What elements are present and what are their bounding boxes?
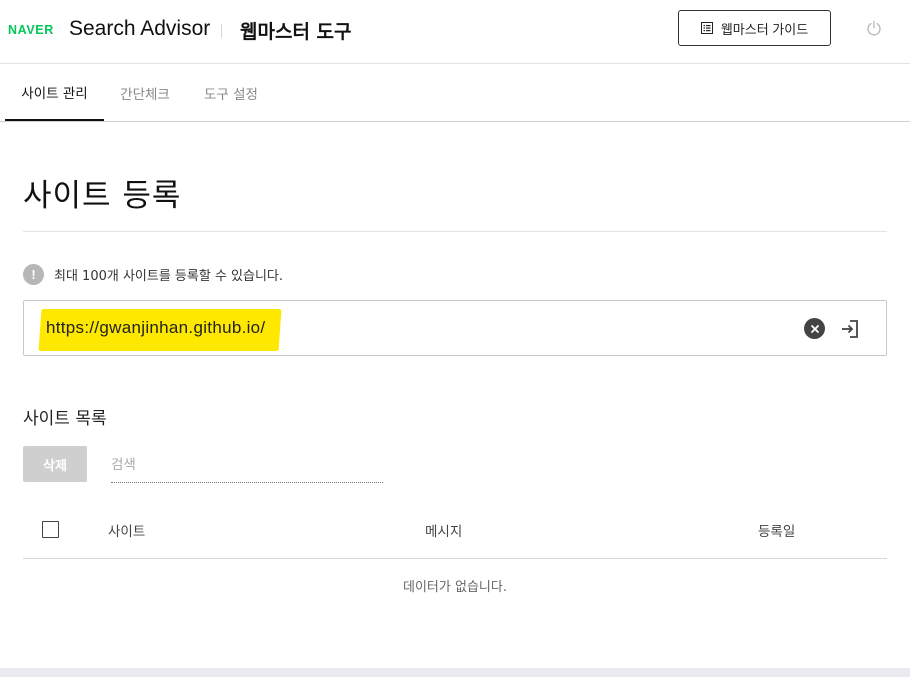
select-all-checkbox[interactable]: [42, 521, 59, 538]
page-title: 사이트 등록: [23, 178, 182, 214]
title-divider: [23, 231, 887, 232]
tab-tool-settings[interactable]: 도구 설정: [186, 64, 276, 121]
column-message[interactable]: 메시지: [425, 502, 462, 558]
limit-notice: ! 최대 100개 사이트를 등록할 수 있습니다.: [23, 264, 283, 285]
footer-bar: [0, 668, 910, 677]
app-name[interactable]: Search Advisor: [69, 17, 210, 41]
document-icon: [700, 22, 713, 34]
site-list-title: 사이트 목록: [23, 409, 107, 429]
table-header: 사이트 메시지 등록일: [23, 502, 887, 559]
delete-button[interactable]: 삭제: [23, 446, 87, 482]
site-url-input[interactable]: [46, 301, 646, 355]
guide-button-label: 웹마스터 가이드: [720, 21, 809, 37]
webmaster-guide-button[interactable]: 웹마스터 가이드: [678, 10, 831, 46]
top-header: NAVER Search Advisor 웹마스터 도구 웹마스터 가이드: [0, 0, 910, 64]
notice-text: 최대 100개 사이트를 등록할 수 있습니다.: [54, 269, 284, 284]
tab-simple-check[interactable]: 간단체크: [104, 64, 186, 121]
tab-site-management[interactable]: 사이트 관리: [5, 64, 104, 121]
search-input[interactable]: [111, 446, 383, 483]
site-url-box: [23, 300, 887, 356]
empty-table-message: 데이터가 없습니다.: [403, 579, 507, 595]
column-registered-date[interactable]: 등록일: [758, 502, 795, 558]
clear-icon[interactable]: [804, 318, 825, 339]
tab-bar: 사이트 관리 간단체크 도구 설정: [0, 64, 910, 122]
naver-logo[interactable]: NAVER: [8, 23, 54, 37]
info-icon: !: [23, 264, 44, 285]
power-icon[interactable]: [864, 18, 884, 38]
header-divider: [221, 24, 222, 38]
tool-name: 웹마스터 도구: [240, 21, 352, 43]
enter-icon[interactable]: [839, 318, 861, 340]
column-site[interactable]: 사이트: [108, 502, 145, 558]
